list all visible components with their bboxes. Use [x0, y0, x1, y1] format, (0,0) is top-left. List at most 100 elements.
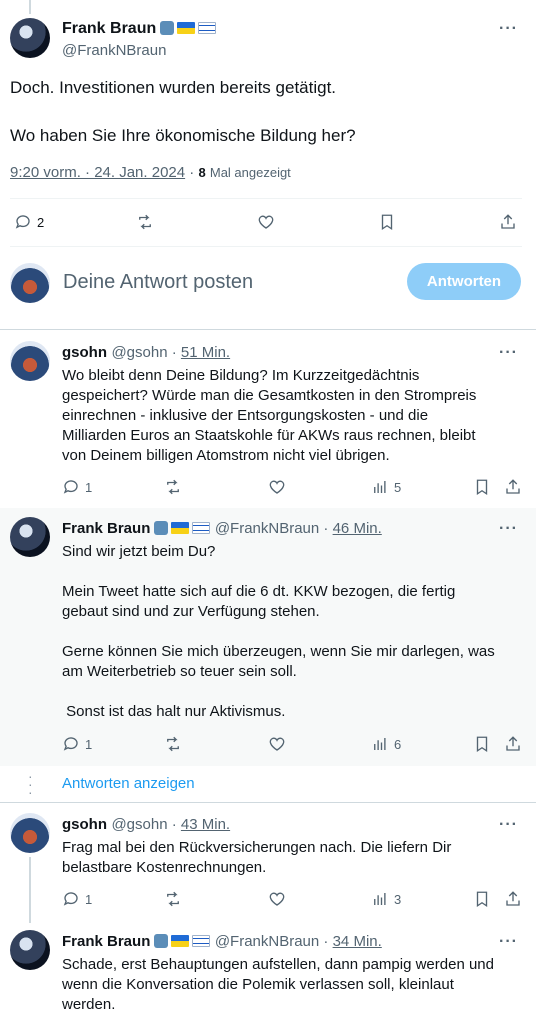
avatar[interactable] — [10, 813, 50, 853]
avatar[interactable] — [10, 263, 50, 303]
view-count: 6 — [394, 736, 402, 752]
view-count: 8 — [198, 165, 206, 180]
divider — [10, 198, 522, 199]
bookmark-icon — [381, 214, 393, 231]
reply-time[interactable]: 34 Min. — [333, 933, 382, 950]
author-line: Frank Braun — [62, 20, 217, 38]
avatar[interactable] — [10, 930, 50, 970]
views-button[interactable]: 5 — [371, 478, 401, 496]
retweet-icon — [139, 214, 151, 230]
reply-count: 1 — [85, 891, 93, 907]
more-options-icon[interactable]: ··· — [499, 344, 518, 362]
thread-line — [29, 857, 31, 923]
avatar[interactable] — [10, 18, 50, 58]
more-options-icon[interactable]: ··· — [499, 520, 518, 538]
share-button[interactable] — [504, 478, 522, 496]
more-options-icon[interactable]: ··· — [499, 933, 518, 951]
like-button[interactable] — [268, 478, 286, 496]
show-replies-link[interactable]: Antworten anzeigen — [62, 775, 195, 792]
author-name[interactable]: Frank Braun — [62, 20, 156, 37]
author-name[interactable]: Frank Braun — [62, 520, 150, 537]
reply-time[interactable]: 46 Min. — [333, 520, 382, 537]
bookmark-button[interactable] — [473, 890, 491, 908]
heart-icon — [258, 215, 274, 229]
bookmark-button[interactable] — [473, 478, 491, 496]
tweet-timestamp[interactable]: 9:20 vorm. · 24. Jan. 2024 — [10, 164, 185, 181]
reply-text: Schade, erst Behauptungen aufstellen, da… — [62, 956, 494, 1013]
ukraine-flag-icon — [171, 522, 190, 534]
author-name[interactable]: gsohn — [62, 344, 107, 361]
reply-time[interactable]: 51 Min. — [181, 344, 230, 361]
like-button[interactable] — [268, 890, 286, 908]
author-name[interactable]: Frank Braun — [62, 933, 150, 950]
views-button[interactable]: 3 — [371, 890, 401, 908]
reply-text: Frag mal bei den Rückversicherungen nach… — [62, 839, 452, 876]
reply-button[interactable]: 1 — [62, 890, 92, 908]
statue-icon — [154, 521, 169, 535]
view-label: Mal angezeigt — [209, 165, 291, 180]
reply-count: 1 — [85, 479, 93, 495]
more-options-icon[interactable]: ··· — [499, 20, 518, 38]
author-name[interactable]: gsohn — [62, 816, 107, 833]
heart-icon — [269, 892, 285, 906]
reply-time[interactable]: 43 Min. — [181, 816, 230, 833]
author-handle[interactable]: @gsohn — [111, 344, 167, 361]
author-handle[interactable]: @FrankNBraun — [215, 933, 319, 950]
analytics-icon — [374, 738, 386, 750]
israel-flag-icon — [192, 935, 211, 947]
reply-submit-button[interactable]: Antworten — [407, 263, 521, 300]
share-button[interactable] — [504, 735, 522, 753]
reply-header: Frank Braun @FrankNBraun · 34 Min. — [62, 933, 382, 950]
heart-icon — [269, 737, 285, 751]
bookmark-button[interactable] — [473, 735, 491, 753]
view-count: 3 — [394, 891, 402, 907]
more-options-icon[interactable]: ··· — [499, 816, 518, 834]
ukraine-flag-icon — [171, 935, 190, 947]
author-handle[interactable]: @gsohn — [111, 816, 167, 833]
analytics-icon — [374, 481, 386, 493]
author-handle[interactable]: @FrankNBraun — [215, 520, 319, 537]
retweet-button[interactable] — [164, 478, 182, 496]
avatar[interactable] — [10, 517, 50, 557]
like-button[interactable] — [268, 735, 286, 753]
reply-button[interactable]: 1 — [62, 735, 92, 753]
avatar[interactable] — [10, 341, 50, 381]
reply-count: 2 — [37, 214, 45, 230]
share-button[interactable] — [499, 213, 517, 231]
reply-text: Wo bleibt denn Deine Bildung? Im Kurzzei… — [62, 367, 477, 464]
reply-button[interactable]: 2 — [14, 213, 44, 231]
share-icon — [501, 214, 515, 229]
bookmark-icon — [476, 736, 488, 753]
reply-icon — [15, 215, 30, 229]
reply-icon — [63, 480, 78, 494]
share-button[interactable] — [504, 890, 522, 908]
reply-button[interactable]: 1 — [62, 478, 92, 496]
analytics-icon — [374, 893, 386, 905]
retweet-button[interactable] — [164, 735, 182, 753]
like-button[interactable] — [257, 213, 275, 231]
dotted-thread-icon: · · · — [28, 768, 33, 800]
retweet-icon — [167, 736, 179, 752]
israel-flag-icon — [198, 22, 217, 34]
statue-icon — [154, 934, 169, 948]
reply-icon — [63, 737, 78, 751]
divider — [0, 329, 536, 330]
statue-icon — [160, 21, 175, 35]
reply-icon — [63, 892, 78, 906]
compose-input[interactable]: Deine Antwort posten — [63, 271, 253, 294]
israel-flag-icon — [192, 522, 211, 534]
thread-line — [29, 0, 31, 14]
bookmark-icon — [476, 891, 488, 908]
share-icon — [506, 891, 520, 906]
ukraine-flag-icon — [177, 22, 196, 34]
views-button[interactable]: 6 — [371, 735, 401, 753]
bookmark-button[interactable] — [378, 213, 396, 231]
retweet-icon — [167, 479, 179, 495]
reply-count: 1 — [85, 736, 93, 752]
share-icon — [506, 736, 520, 751]
retweet-button[interactable] — [164, 890, 182, 908]
bookmark-icon — [476, 479, 488, 496]
reply-header: gsohn @gsohn · 51 Min. — [62, 344, 231, 361]
retweet-button[interactable] — [136, 213, 154, 231]
author-handle[interactable]: @FrankNBraun — [62, 42, 166, 59]
